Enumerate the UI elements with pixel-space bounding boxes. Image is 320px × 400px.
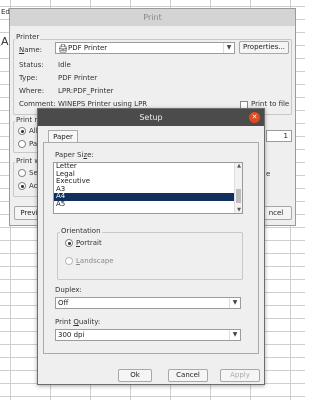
paper-size-list[interactable]: Letter Legal Executive A3 A4 A5 ▲ ▼ (53, 162, 243, 214)
setup-title: Setup (139, 113, 163, 122)
what-selection-radio[interactable] (18, 169, 26, 177)
landscape-radio[interactable] (65, 257, 73, 265)
apply-button[interactable]: Apply (220, 369, 260, 382)
properties-button[interactable]: Properties... (239, 41, 289, 54)
list-item[interactable]: A5 (54, 200, 242, 209)
duplex-value: Off (58, 299, 69, 307)
cancel-button[interactable]: Cancel (168, 369, 208, 382)
copies-spinner[interactable]: 1 (266, 130, 292, 142)
printer-group-label: Printer (15, 33, 41, 41)
list-item-selected[interactable]: A4 (54, 192, 242, 201)
printer-name-combo[interactable]: PDF Printer 🖨 ▼ (55, 42, 235, 54)
range-pages-radio[interactable] (18, 140, 26, 148)
list-item[interactable]: Letter (54, 163, 242, 171)
printer-name-value: PDF Printer (68, 44, 108, 52)
chevron-down-icon: ▼ (223, 43, 234, 53)
cell-text-fragment: A (1, 35, 9, 48)
portrait-radio[interactable] (65, 239, 73, 247)
collate-label-fragment: e (266, 170, 271, 178)
paper-size-label: Paper Size: (55, 151, 94, 159)
paper-list-scrollbar[interactable]: ▲ ▼ (234, 163, 242, 213)
chevron-down-icon: ▼ (229, 298, 240, 308)
duplex-label: Duplex: (55, 286, 82, 294)
print-to-file-label: Print to file (251, 100, 290, 108)
type-value: PDF Printer (58, 74, 98, 82)
close-icon[interactable]: ✕ (249, 112, 260, 123)
chevron-down-icon: ▼ (229, 330, 240, 340)
where-label: Where: (19, 87, 45, 95)
where-value: LPR:PDF_Printer (58, 87, 114, 95)
tab-paper[interactable]: Paper (48, 130, 78, 142)
print-dialog-title: Print (10, 9, 295, 26)
print-quality-combo[interactable]: 300 dpi ▼ (55, 329, 241, 341)
list-item[interactable]: Executive (54, 177, 242, 186)
type-label: Type: (19, 74, 38, 82)
what-active-radio[interactable] (18, 182, 26, 190)
orientation-label: Orientation (60, 227, 102, 235)
range-all-radio[interactable] (18, 127, 26, 135)
setup-title-bar: Setup ✕ (38, 109, 264, 126)
scroll-up-icon[interactable]: ▲ (235, 163, 242, 169)
print-quality-label: Print Quality: (55, 318, 101, 326)
portrait-label: Portrait (76, 239, 102, 247)
status-value: Idle (58, 61, 71, 69)
scroll-thumb[interactable] (236, 189, 241, 203)
status-label: Status: (19, 61, 44, 69)
comment-value: WINEPS Printer using LPR (58, 100, 148, 108)
copies-value: 1 (283, 132, 288, 140)
scroll-down-icon[interactable]: ▼ (235, 207, 242, 213)
landscape-label: Landscape (76, 257, 114, 265)
duplex-combo[interactable]: Off ▼ (55, 297, 241, 309)
comment-label: Comment: (19, 100, 56, 108)
print-quality-value: 300 dpi (58, 331, 85, 339)
setup-dialog: Setup ✕ Paper Paper Size: Letter Legal E… (37, 108, 265, 385)
printer-icon: 🖨 (58, 44, 69, 53)
list-item[interactable]: A3 (54, 185, 242, 194)
ok-button[interactable]: Ok (118, 369, 152, 382)
name-label: Name: (19, 46, 43, 54)
